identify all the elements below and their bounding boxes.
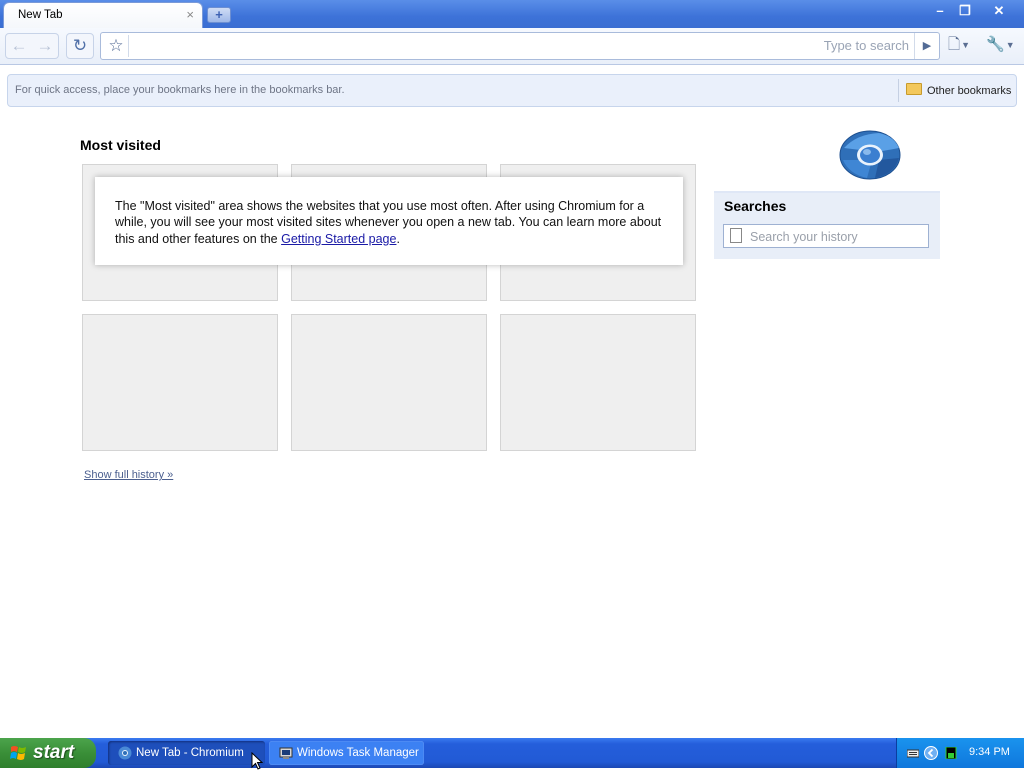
- bookmarks-divider: [898, 79, 899, 102]
- page-icon: 🗋: [948, 36, 961, 53]
- new-tab-button[interactable]: +: [207, 7, 231, 23]
- reload-button[interactable]: ↻: [66, 33, 94, 59]
- taskbar-item-label: New Tab - Chromium: [136, 747, 244, 759]
- show-full-history-link[interactable]: Show full history »: [84, 469, 173, 481]
- chevron-down-icon: ▼: [961, 40, 970, 51]
- taskbar-item-chromium[interactable]: New Tab - Chromium: [108, 741, 265, 765]
- start-button[interactable]: start: [0, 738, 96, 768]
- wrench-icon: 🔧: [986, 36, 1005, 53]
- tab-title: New Tab: [18, 9, 63, 21]
- folder-icon: [906, 83, 922, 95]
- tab-close-icon[interactable]: ×: [186, 7, 194, 23]
- notice-text: The "Most visited" area shows the websit…: [115, 198, 665, 247]
- clock: 9:34 PM: [969, 746, 1010, 758]
- most-visited-thumbnail[interactable]: [291, 314, 487, 451]
- bookmarks-bar-hint: For quick access, place your bookmarks h…: [15, 84, 345, 96]
- taskbar: start New Tab - Chromium Windows Task Ma…: [0, 738, 1024, 768]
- most-visited-title: Most visited: [80, 137, 161, 153]
- history-search-field[interactable]: [723, 224, 929, 248]
- omnibox[interactable]: ☆ Type to search ▶: [100, 32, 940, 60]
- cpu-usage-icon[interactable]: [945, 747, 957, 759]
- show-hidden-icons-icon[interactable]: [924, 746, 938, 760]
- searches-title: Searches: [724, 198, 787, 214]
- keyboard-icon[interactable]: [907, 747, 919, 759]
- bookmark-star-icon[interactable]: ☆: [104, 35, 129, 57]
- other-bookmarks-button[interactable]: Other bookmarks: [906, 83, 1011, 97]
- document-icon: [730, 228, 742, 243]
- searches-panel: Searches: [714, 191, 940, 259]
- taskbar-item-task-manager[interactable]: Windows Task Manager: [269, 741, 424, 765]
- history-search-input[interactable]: [748, 228, 922, 246]
- minimize-button[interactable]: –: [928, 2, 952, 19]
- taskbar-item-label: Windows Task Manager: [297, 747, 419, 759]
- other-bookmarks-label: Other bookmarks: [927, 85, 1012, 97]
- most-visited-thumbnail[interactable]: [500, 314, 696, 451]
- restore-button[interactable]: ❐: [953, 2, 977, 19]
- forward-button[interactable]: →: [32, 33, 59, 59]
- page-menu-button[interactable]: 🗋▼: [948, 34, 978, 56]
- most-visited-notice: The "Most visited" area shows the websit…: [95, 177, 683, 265]
- task-manager-icon: [279, 747, 293, 759]
- back-button[interactable]: ←: [5, 33, 33, 59]
- title-bar: New Tab × + – ❐ ✕: [0, 0, 1024, 28]
- start-label: start: [33, 742, 75, 763]
- go-arrow-icon[interactable]: ▶: [914, 33, 939, 59]
- mouse-cursor-icon: [251, 752, 263, 770]
- omnibox-input[interactable]: [135, 36, 799, 56]
- bookmarks-bar: For quick access, place your bookmarks h…: [7, 74, 1017, 107]
- chevron-down-icon: ▼: [1005, 40, 1015, 51]
- toolbar: ← → ↻ ☆ Type to search ▶ 🗋▼ 🔧▼: [0, 28, 1024, 65]
- chromium-logo-icon: [839, 130, 901, 180]
- close-window-button[interactable]: ✕: [985, 2, 1013, 19]
- windows-flag-icon: [10, 746, 26, 760]
- getting-started-link[interactable]: Getting Started page: [281, 232, 396, 246]
- chromium-icon: [118, 746, 132, 760]
- omnibox-hint: Type to search: [823, 38, 909, 53]
- most-visited-thumbnail[interactable]: [82, 314, 278, 451]
- wrench-menu-button[interactable]: 🔧▼: [986, 34, 1018, 56]
- system-tray: 9:34 PM: [896, 738, 1024, 768]
- tab-new-tab[interactable]: New Tab ×: [4, 3, 202, 28]
- notice-end: .: [396, 231, 400, 246]
